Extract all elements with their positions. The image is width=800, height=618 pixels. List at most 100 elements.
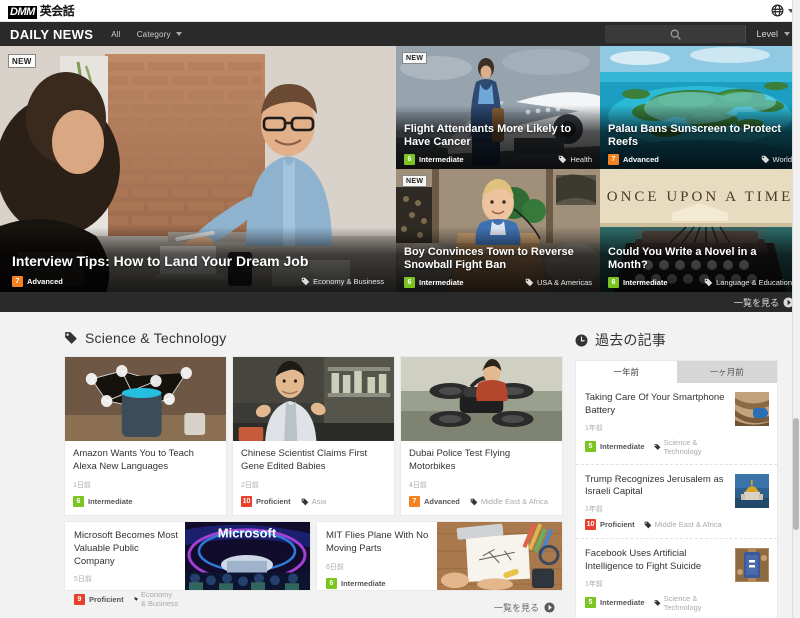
level-number: 6	[404, 277, 415, 288]
level-filter-label: Level	[756, 29, 778, 39]
sidebar-title: 過去の記事	[595, 332, 666, 348]
list-item[interactable]: Trump Recognizes Jerusalem as Israeli Ca…	[576, 465, 777, 540]
scrollbar-thumb[interactable]	[793, 418, 799, 530]
article-card-mit-plane[interactable]: MIT Flies Plane With No Moving Parts 6日前…	[316, 521, 563, 591]
tag-icon	[761, 155, 769, 164]
category-tag: World	[761, 155, 792, 164]
nav-category-label: Category	[136, 29, 171, 39]
level-filter-dropdown[interactable]: Level	[745, 25, 796, 43]
level-name: Intermediate	[600, 598, 645, 608]
category-tag: Science & Technology	[654, 594, 728, 612]
level-badge: 9 Proficient	[74, 593, 124, 605]
topbar-right-group	[771, 4, 794, 17]
card-thumbnail	[437, 522, 562, 590]
article-card-flying-motorbike[interactable]: Dubai Police Test Flying Motorbikes 4日前 …	[400, 356, 563, 516]
hero-card-title: Palau Bans Sunscreen to Protect Reefs	[608, 123, 781, 149]
card-thumbnail	[65, 357, 226, 441]
card-title: Microsoft Becomes Most Valuable Public C…	[74, 530, 178, 567]
card-date: 6日前	[326, 563, 344, 571]
card-meta: 6 Intermediate	[73, 496, 218, 507]
category-name: Asia	[311, 497, 327, 506]
hero-card-title: Flight Attendants More Likely to Have Ca…	[404, 123, 572, 149]
article-wide-row: Microsoft Becomes Most Valuable Public C…	[64, 521, 563, 608]
category-tag: Science & Technology	[654, 438, 728, 456]
hero-article-grid: NEW Interview Tips: How to Land Your Dre…	[0, 46, 800, 292]
level-number: 7	[12, 276, 23, 287]
level-name: Intermediate	[341, 578, 386, 588]
sidebar-column: 過去の記事 一年前 一ヶ月前 Taking Care Of Your Smart…	[575, 330, 800, 618]
hero-see-all-label: 一覧を見る	[733, 297, 779, 308]
level-number: 6	[73, 496, 84, 507]
hero-card-palau[interactable]: Palau Bans Sunscreen to Protect Reefs 7 …	[600, 46, 800, 169]
hero-card-title: Interview Tips: How to Land Your Dream J…	[12, 253, 309, 270]
card-body: Chinese Scientist Claims First Gene Edit…	[233, 441, 394, 515]
thumb-image-facebook-tablet	[735, 548, 769, 583]
list-item-text: Taking Care Of Your Smartphone Battery 1…	[585, 392, 728, 456]
card-meta: 6 Intermediate	[326, 577, 431, 589]
level-badge: 10 Proficient	[241, 496, 291, 507]
article-card-alexa[interactable]: Amazon Wants You to Teach Alexa New Lang…	[64, 356, 227, 516]
card-body: MIT Flies Plane With No Moving Parts 6日前…	[317, 522, 437, 590]
list-item-text: Trump Recognizes Jerusalem as Israeli Ca…	[585, 474, 728, 531]
level-badge: 7 Advanced	[12, 276, 63, 287]
article-card-gene-babies[interactable]: Chinese Scientist Claims First Gene Edit…	[232, 356, 395, 516]
tab-one-year-ago[interactable]: 一年前	[576, 361, 677, 383]
category-tag: Asia	[301, 497, 327, 506]
list-item-meta: 5 Intermediate Science & Technology	[585, 438, 728, 456]
level-number: 6	[608, 277, 619, 288]
level-number: 6	[326, 577, 337, 589]
thumb-image-dome-of-rock	[735, 473, 769, 508]
tag-icon	[654, 443, 661, 450]
logo-japanese-text: 英会話	[39, 4, 75, 18]
level-number: 5	[585, 441, 596, 453]
tag-icon	[65, 332, 77, 344]
chevron-down-icon	[175, 32, 182, 36]
category-tag: Middle East & Africa	[644, 520, 722, 529]
level-number: 9	[74, 593, 85, 605]
list-item[interactable]: Facebook Uses Artificial Intelligence to…	[576, 539, 777, 618]
tab-one-month-ago[interactable]: 一ヶ月前	[676, 361, 777, 383]
hero-card-overlay: Flight Attendants More Likely to Have Ca…	[396, 105, 600, 169]
site-logo[interactable]: DMM 英会話	[8, 2, 75, 19]
card-title: MIT Flies Plane With No Moving Parts	[326, 530, 429, 554]
daily-news-navbar: DAILY NEWS All Category Level	[0, 22, 800, 46]
level-badge: 6 Intermediate	[326, 577, 386, 589]
category-name: Economy & Business	[313, 277, 384, 286]
nav-item-all[interactable]: All	[111, 30, 121, 39]
level-name: Intermediate	[623, 278, 668, 287]
article-card-microsoft[interactable]: Microsoft Becomes Most Valuable Public C…	[64, 521, 311, 608]
hero-card-meta: 6 Intermediate USA & Americas	[404, 277, 592, 288]
search-input[interactable]	[605, 25, 746, 43]
thumb-image-smart-home	[65, 357, 226, 441]
page-scrollbar[interactable]	[792, 0, 800, 618]
tag-icon	[559, 155, 567, 164]
category-name: Middle East & Africa	[654, 520, 722, 530]
category-name: Middle East & Africa	[480, 497, 548, 506]
hero-card-main[interactable]: NEW Interview Tips: How to Land Your Dre…	[0, 46, 396, 292]
tag-icon	[133, 597, 138, 602]
list-item-title: Taking Care Of Your Smartphone Battery	[585, 392, 725, 416]
nav-item-category[interactable]: Category	[137, 30, 182, 39]
level-badge: 6 Intermediate	[73, 496, 133, 507]
level-badge: 5 Intermediate	[585, 441, 645, 453]
card-meta: 10 Proficient Asia	[241, 496, 386, 507]
hero-card-overlay: Palau Bans Sunscreen to Protect Reefs 7 …	[600, 105, 800, 169]
level-number: 7	[608, 154, 619, 165]
card-title: Amazon Wants You to Teach Alexa New Lang…	[73, 448, 194, 472]
hero-card-novel[interactable]: ONCE UPON A TIME Could You Write a Novel…	[600, 169, 800, 292]
level-badge: 6 Intermediate	[404, 154, 464, 165]
hero-card-overlay: Interview Tips: How to Land Your Dream J…	[0, 227, 396, 292]
hero-see-all-link[interactable]: 一覧を見る	[0, 292, 800, 312]
category-tag: Language & Education	[704, 278, 792, 287]
hero-card-snowball[interactable]: NEW Boy Convinces Town to Reverse Snowba…	[396, 169, 600, 292]
list-item[interactable]: Taking Care Of Your Smartphone Battery 1…	[576, 383, 777, 465]
level-number: 10	[241, 496, 252, 507]
list-item-text: Facebook Uses Artificial Intelligence to…	[585, 548, 728, 612]
sidebar-header: 過去の記事	[575, 330, 778, 350]
card-meta: 7 Advanced Middle East & Africa	[409, 496, 554, 507]
chevron-down-icon	[784, 32, 790, 36]
new-flag-badge: NEW	[402, 52, 428, 64]
globe-icon[interactable]	[771, 4, 784, 17]
section-see-all-label: 一覧を見る	[493, 603, 539, 613]
hero-card-flight-attendants[interactable]: NEW Flight Attendants More Likely to Hav…	[396, 46, 600, 169]
